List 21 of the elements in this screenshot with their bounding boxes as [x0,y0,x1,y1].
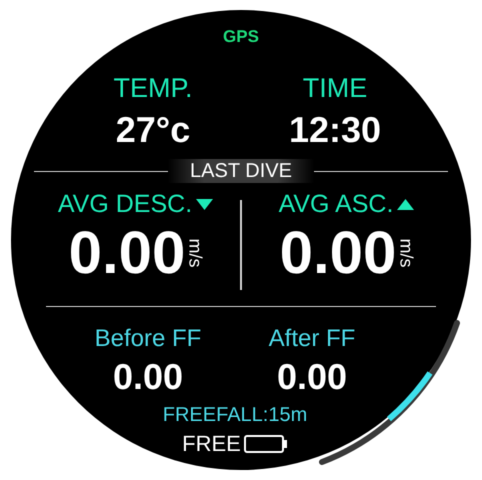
freefall-value: 0.00 [276,359,348,395]
freefall-label: Before FF [94,327,202,351]
speed-unit: m/s [398,238,416,268]
speed-unit: m/s [186,238,205,268]
stat-value: 12:30 [288,112,382,148]
freefall-depth: FREEFALL:15m [162,405,308,425]
speed-label: AVG DESC. [58,192,192,217]
freefall-value: 0.00 [112,359,184,395]
speed-label: AVG ASC. [278,192,394,217]
battery-icon [244,435,288,453]
mode-label: FREE [182,433,241,455]
gps-status: GPS [223,28,259,45]
stat-value: 27°c [116,112,190,148]
speed-value: 0.00 [68,223,186,283]
stat-label: TIME [302,75,368,102]
caret-up-icon [397,199,414,210]
stat-label: TEMP. [113,75,193,102]
speed-value: 0.00 [280,223,396,283]
caret-down-icon [196,199,214,210]
section-title: LAST DIVE [168,159,314,183]
freefall-label: After FF [268,327,356,351]
